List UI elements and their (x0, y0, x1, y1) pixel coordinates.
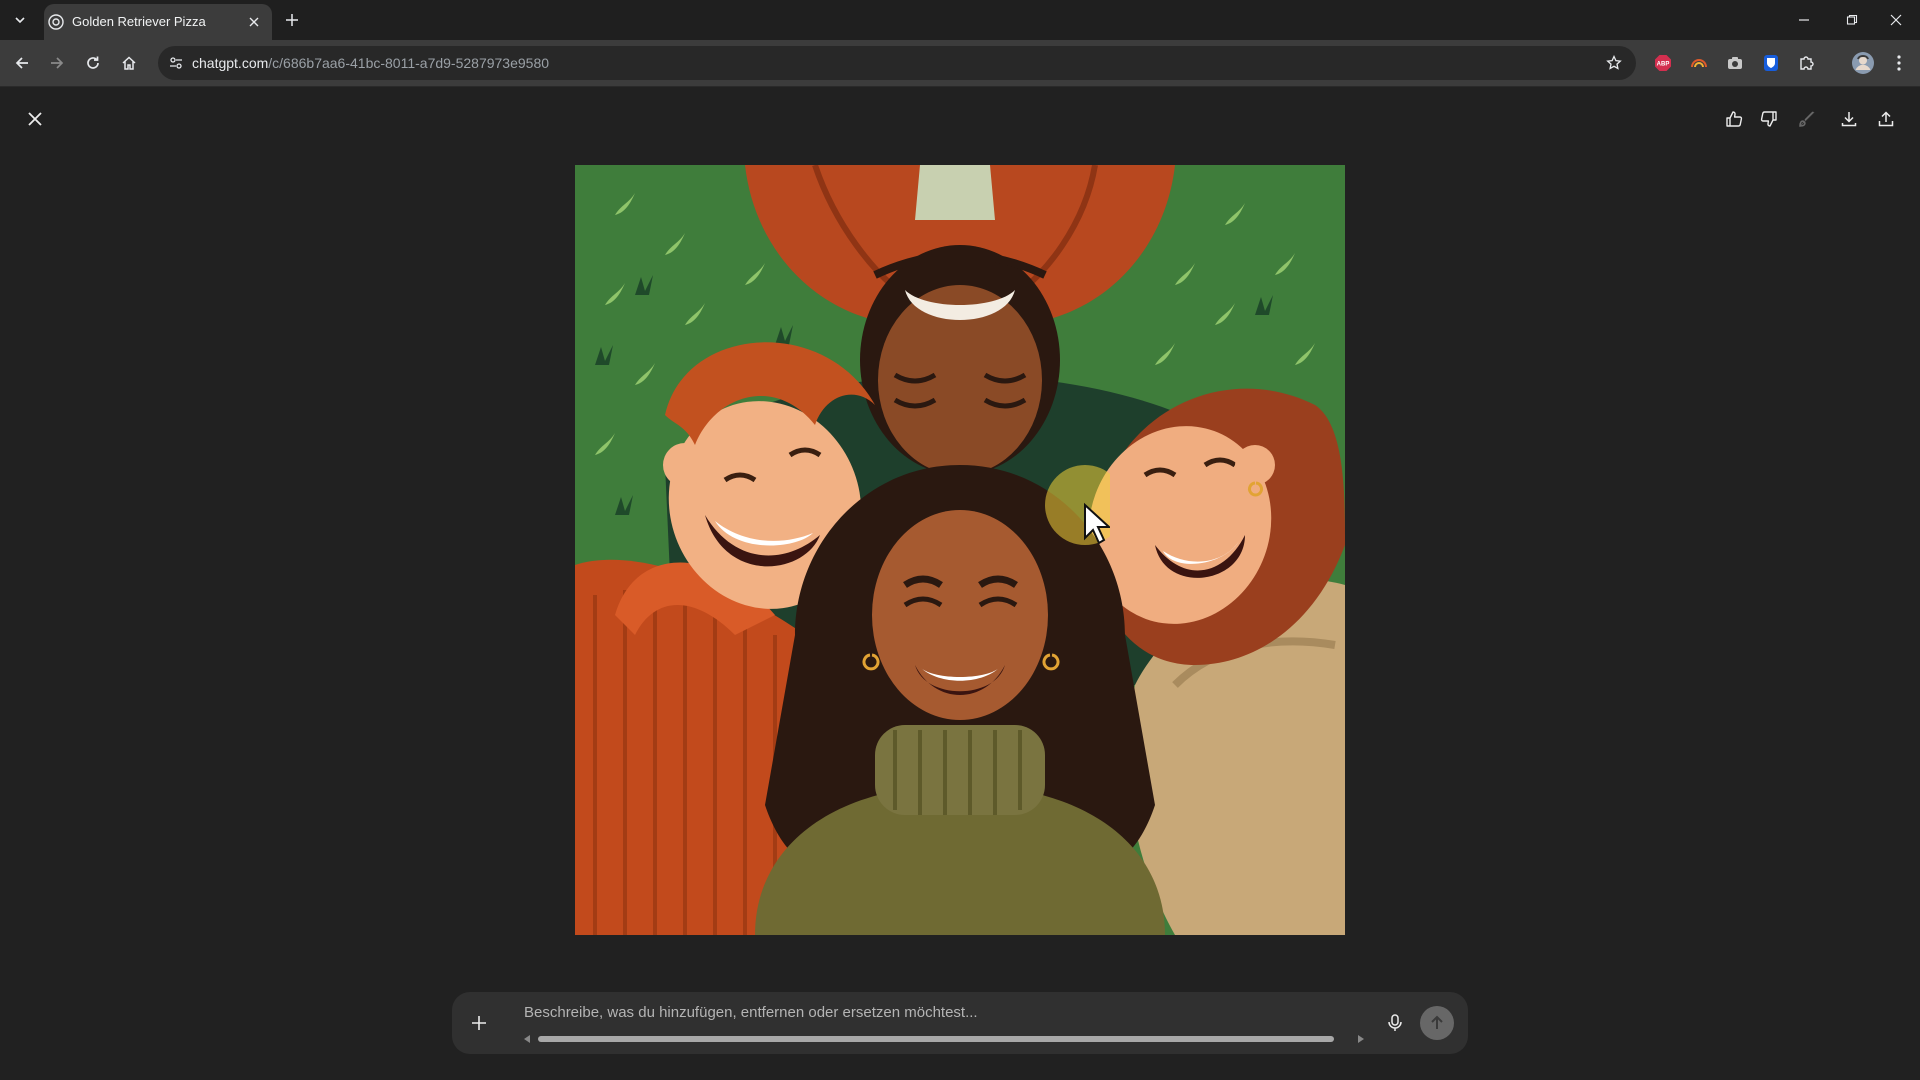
microphone-icon[interactable] (1378, 1006, 1412, 1040)
adblock-icon[interactable]: ABP (1650, 50, 1676, 76)
back-icon[interactable] (8, 49, 36, 77)
tab-title: Golden Retriever Pizza (72, 14, 206, 29)
url-text[interactable]: chatgpt.com/c/686b7aa6-41bc-8011-a7d9-52… (192, 55, 549, 71)
share-icon[interactable] (1871, 104, 1901, 134)
edit-prompt-input[interactable] (522, 1000, 1416, 1024)
restore-icon[interactable] (1832, 6, 1872, 34)
thumbs-down-icon[interactable] (1754, 104, 1784, 134)
edit-prompt-composer (452, 992, 1468, 1054)
svg-text:ABP: ABP (1657, 62, 1670, 68)
tab-strip: Golden Retriever Pizza (0, 0, 1920, 40)
download-icon[interactable] (1834, 104, 1864, 134)
scroll-right-icon[interactable] (1358, 1035, 1364, 1043)
edit-brush-icon (1792, 104, 1822, 134)
browser-tab[interactable]: Golden Retriever Pizza (44, 4, 272, 40)
horizontal-scrollbar[interactable] (524, 1034, 1364, 1044)
tab-search-chevron-icon[interactable] (8, 8, 32, 32)
rainbow-icon[interactable] (1686, 50, 1712, 76)
add-attachment-icon[interactable] (462, 1006, 496, 1040)
camera-icon[interactable] (1722, 50, 1748, 76)
home-icon[interactable] (115, 49, 143, 77)
new-tab-icon[interactable] (280, 8, 304, 32)
chatgpt-favicon-icon (48, 14, 64, 30)
reload-icon[interactable] (79, 49, 107, 77)
bitwarden-icon[interactable] (1758, 50, 1784, 76)
send-button[interactable] (1420, 1006, 1454, 1040)
minimize-icon[interactable] (1784, 6, 1824, 34)
puzzle-icon[interactable] (1794, 50, 1820, 76)
url-path: /c/686b7aa6-41bc-8011-a7d9-5287973e9580 (268, 55, 550, 71)
close-window-icon[interactable] (1876, 6, 1916, 34)
browser-menu-icon[interactable] (1886, 50, 1912, 76)
close-viewer-icon[interactable] (20, 104, 50, 134)
bookmark-star-icon[interactable] (1602, 51, 1626, 75)
site-info-icon[interactable] (164, 51, 188, 75)
scroll-left-icon[interactable] (524, 1035, 530, 1043)
arrow-up-icon (1431, 1015, 1443, 1029)
url-domain: chatgpt.com (192, 55, 269, 71)
forward-icon[interactable] (43, 49, 71, 77)
thumbs-up-icon[interactable] (1719, 104, 1749, 134)
address-bar[interactable]: chatgpt.com/c/686b7aa6-41bc-8011-a7d9-52… (158, 46, 1636, 80)
generated-image[interactable] (575, 165, 1345, 935)
browser-toolbar: chatgpt.com/c/686b7aa6-41bc-8011-a7d9-52… (0, 40, 1920, 87)
profile-avatar[interactable] (1848, 48, 1878, 78)
scrollbar-thumb[interactable] (538, 1036, 1334, 1042)
close-tab-icon[interactable] (244, 12, 264, 32)
